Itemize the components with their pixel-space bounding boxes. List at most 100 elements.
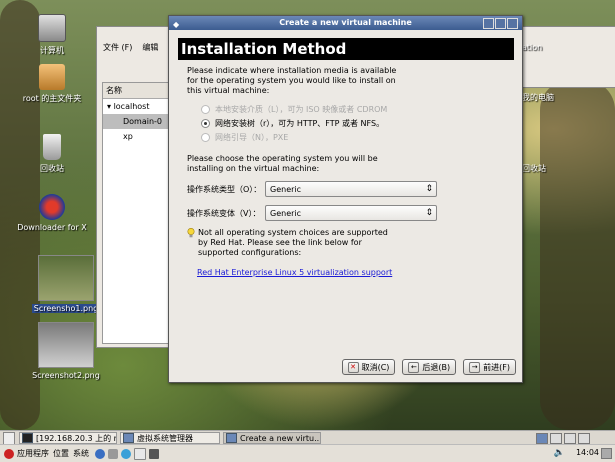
applications-menu[interactable]: 应用程序 <box>4 448 49 459</box>
workspace-3[interactable] <box>564 433 576 444</box>
os-type-row: 操作系统类型（O）： Generic ⇕ <box>187 180 513 198</box>
choose-os-text: Please choose the operating system you w… <box>187 154 378 173</box>
clock[interactable]: 14:04 <box>576 448 599 457</box>
task-label: Create a new virtu... <box>240 433 321 443</box>
page-title: Installation Method <box>178 38 514 60</box>
radio-local-media[interactable]: 本地安装介质（L），可为 ISO 映像或者 CDROM <box>201 102 513 116</box>
mail-launcher-icon[interactable] <box>108 448 118 459</box>
window-list: [192.168.20.3 上的 root] 虚拟系统管理器 Create a … <box>0 430 615 445</box>
arrow-right-icon: → <box>469 361 481 373</box>
desktop-icon-computer[interactable]: 计算机 <box>17 14 87 56</box>
cancel-label: 取消(C) <box>361 362 390 372</box>
downloader-icon <box>39 194 65 220</box>
support-link[interactable]: Red Hat Enterprise Linux 5 virtualizatio… <box>197 268 513 277</box>
list-item[interactable]: xp <box>103 129 168 144</box>
desktop-icon-label: root 的主文件夹 <box>22 94 82 103</box>
dialog-titlebar[interactable]: ◆ Create a new virtual machine <box>169 16 522 30</box>
vm-list[interactable]: 名称 ▾ localhost Domain-0 xp <box>102 82 169 344</box>
redhat-icon <box>4 448 14 459</box>
task-create-vm[interactable]: Create a new virtu... <box>223 432 321 444</box>
list-item[interactable]: Domain-0 <box>103 114 168 129</box>
virt-manager-icon <box>123 433 134 443</box>
forward-button[interactable]: → 前进(F) <box>463 359 516 375</box>
intro-text: Please indicate where installation media… <box>187 66 397 95</box>
radio-label: 网络安装树（r），可为 HTTP、FTP 或者 NFS。 <box>215 118 385 128</box>
os-type-value: Generic <box>270 185 302 194</box>
cancel-button[interactable]: ✕ 取消(C) <box>341 359 396 375</box>
desktop-icon-label: Downloader for X <box>17 223 87 232</box>
radio-indicator <box>201 132 210 142</box>
os-variant-row: 操作系统变体（V）： Generic ⇕ <box>187 204 513 222</box>
virt-manager-window[interactable]: 文件 (F) 编辑 名称 ▾ localhost Domain-0 xp <box>96 26 178 348</box>
column-header-name[interactable]: 名称 <box>103 83 168 99</box>
os-variant-value: Generic <box>270 209 302 218</box>
desktop-icon-label: 我的电脑 <box>522 93 554 102</box>
workspace-1[interactable] <box>536 433 548 444</box>
workspace-4[interactable] <box>578 433 590 444</box>
desktop-icon-home[interactable]: root 的主文件夹 <box>17 64 87 104</box>
desktop-icon-label: 回收站 <box>40 164 64 173</box>
dialog-buttons: ✕ 取消(C) ← 后退(B) → 前进(F) <box>341 359 516 375</box>
desktop-icon-trash[interactable]: 回收站 <box>17 134 87 174</box>
maximize-icon[interactable] <box>495 18 506 29</box>
minimize-icon[interactable] <box>483 18 494 29</box>
window-icon <box>226 433 237 443</box>
chevron-updown-icon: ⇕ <box>425 208 433 218</box>
close-icon[interactable] <box>507 18 518 29</box>
back-label: 后退(B) <box>422 362 451 372</box>
list-item[interactable]: ▾ localhost <box>103 99 168 114</box>
system-label: 系统 <box>73 449 89 458</box>
radio-network-boot[interactable]: 网络引导（N），PXE <box>201 130 513 144</box>
list-item-label: localhost <box>113 102 150 111</box>
desktop-icon-label: Screensho1.png <box>31 304 101 313</box>
applications-label: 应用程序 <box>17 449 49 458</box>
trash-icon <box>43 134 61 160</box>
wallpaper-tree <box>540 80 615 430</box>
task-terminal[interactable]: [192.168.20.3 上的 root] <box>19 432 117 444</box>
document-launcher-icon[interactable] <box>134 447 146 460</box>
menu-edit[interactable]: 编辑 <box>142 43 158 52</box>
network-launcher-icon[interactable] <box>121 448 131 459</box>
list-item-label: Domain-0 <box>123 117 163 126</box>
menu-bar: 文件 (F) 编辑 <box>103 42 168 53</box>
home-folder-icon <box>39 64 65 90</box>
radio-indicator <box>201 104 210 114</box>
back-button[interactable]: ← 后退(B) <box>402 359 457 375</box>
desktop-icon-downloader[interactable]: Downloader for X <box>17 194 87 232</box>
task-virt-manager[interactable]: 虚拟系统管理器 <box>120 432 220 444</box>
places-label: 位置 <box>53 449 69 458</box>
desktop-icon-screenshot2[interactable]: Screenshot2.png <box>31 322 101 380</box>
background-window-right[interactable] <box>521 26 615 88</box>
desktop-icon-label: 回收站 <box>522 164 546 173</box>
forward-label: 前进(F) <box>483 362 510 372</box>
cancel-icon: ✕ <box>347 361 359 373</box>
menu-file[interactable]: 文件 (F) <box>103 43 132 52</box>
notification-icon[interactable] <box>601 448 612 459</box>
list-item-label: xp <box>123 132 133 141</box>
radio-label: 网络引导（N），PXE <box>215 132 289 142</box>
os-variant-select[interactable]: Generic ⇕ <box>265 205 437 221</box>
places-menu[interactable]: 位置 <box>53 448 69 459</box>
computer-icon <box>38 14 66 42</box>
workspace-2[interactable] <box>550 433 562 444</box>
os-type-label: 操作系统类型（O）： <box>187 184 262 194</box>
image-thumbnail-icon <box>38 255 94 301</box>
lightbulb-icon <box>187 228 195 238</box>
radio-network-tree[interactable]: 网络安装树（r），可为 HTTP、FTP 或者 NFS。 <box>201 116 513 130</box>
browser-launcher-icon[interactable] <box>95 448 105 459</box>
terminal-launcher-icon[interactable] <box>149 448 159 459</box>
os-variant-label: 操作系统变体（V）： <box>187 208 261 218</box>
dialog-title: Create a new virtual machine <box>279 18 412 27</box>
system-menu[interactable]: 系统 <box>73 448 89 459</box>
task-label: [192.168.20.3 上的 root] <box>36 433 117 443</box>
desktop-icon-screenshot1[interactable]: Screensho1.png <box>31 255 101 313</box>
speaker-icon[interactable]: 🔈 <box>554 448 565 458</box>
gnome-panel: 应用程序 位置 系统 🔈 14:04 <box>0 444 615 462</box>
desktop-icon-label: ation <box>522 43 543 52</box>
new-vm-dialog: ◆ Create a new virtual machine Installat… <box>168 15 523 383</box>
os-type-select[interactable]: Generic ⇕ <box>265 181 437 197</box>
arrow-left-icon: ← <box>408 361 420 373</box>
chevron-updown-icon: ⇕ <box>425 184 433 194</box>
window-menu-icon[interactable]: ◆ <box>173 18 179 32</box>
support-note-text: Not all operating system choices are sup… <box>198 228 388 257</box>
